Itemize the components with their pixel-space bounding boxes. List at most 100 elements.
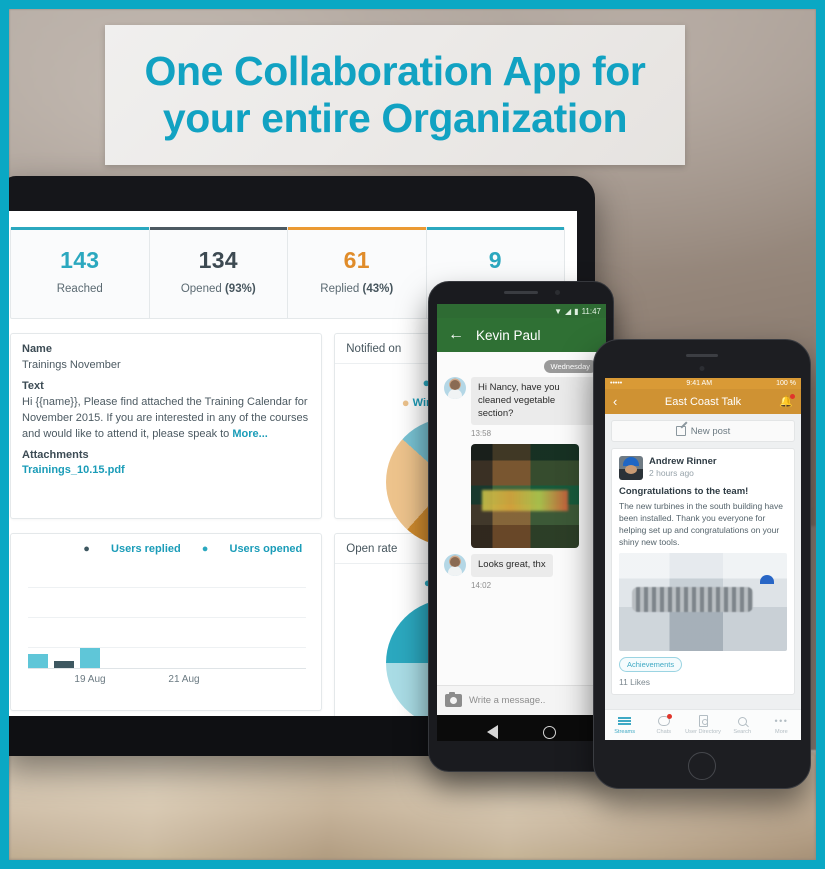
bar-users-opened-2[interactable]: [80, 648, 100, 668]
front-camera-icon: [699, 366, 705, 371]
signal-dots-icon: •••••: [610, 380, 623, 387]
more-icon: •••: [774, 716, 789, 726]
stat-accent: [11, 227, 149, 230]
stat-accent: [426, 227, 564, 230]
bar-users-opened-1[interactable]: [28, 654, 48, 668]
tab-label: Search: [733, 729, 752, 735]
date-chip: Wednesday: [543, 360, 597, 373]
tab-streams[interactable]: Streams: [605, 715, 644, 735]
email-name-value: Trainings November: [22, 359, 121, 371]
attachment-file-link[interactable]: Trainings_10.15.pdf: [22, 464, 310, 476]
avatar: [444, 377, 466, 399]
ios-status-bar: ••••• 9:41 AM 100 %: [605, 378, 801, 389]
tab-search[interactable]: Search: [723, 715, 762, 735]
headline-line-1: One Collaboration App for: [144, 47, 646, 94]
signal-icon: ◢: [565, 306, 572, 316]
stat-card-reached[interactable]: 143 Reached: [11, 227, 150, 318]
stat-label-text: Replied: [320, 283, 360, 295]
chat-thread[interactable]: Wednesday Hi Nancy, have you cleaned veg…: [437, 352, 606, 685]
android-status-bar: ▼ ◢ ▮ 11:47: [437, 304, 606, 318]
post-card[interactable]: Andrew Rinner 2 hours ago Congratulation…: [611, 448, 795, 696]
headline-line-2: your entire Organization: [162, 95, 628, 141]
message-bubble: Looks great, thx: [471, 554, 553, 578]
chat-title: Kevin Paul: [476, 327, 541, 343]
bar-plot-area: [28, 565, 307, 669]
stat-percent: (93%): [224, 283, 256, 295]
stat-label: Replied (43%): [288, 283, 426, 295]
message-row-incoming: Hi Nancy, have you cleaned vegetable sec…: [444, 377, 599, 426]
stream-title: East Coast Talk: [664, 395, 742, 408]
post-image-turbine[interactable]: [619, 553, 787, 652]
search-icon: [723, 715, 762, 727]
post-body: The new turbines in the south building h…: [619, 501, 783, 548]
post-header: Andrew Rinner 2 hours ago: [619, 456, 787, 480]
iphone-device: ••••• 9:41 AM 100 % ‹ East Coast Talk 🔔 …: [593, 339, 811, 789]
legend-item-users-replied[interactable]: ● Users replied: [83, 543, 180, 555]
status-time: 11:47: [581, 306, 601, 316]
back-triangle-icon[interactable]: [487, 725, 499, 739]
bar-users-replied-1[interactable]: [54, 661, 74, 668]
tab-user-directory[interactable]: User Directory: [683, 715, 722, 735]
legend-dot-icon: ●: [401, 394, 410, 410]
tab-label: Streams: [614, 729, 636, 735]
bar-legend: ● Users replied ● Users opened: [22, 543, 310, 555]
message-timestamp: 14:02: [471, 581, 492, 591]
new-post-button[interactable]: New post: [611, 420, 795, 442]
x-tick-labels: 19 Aug 21 Aug: [28, 674, 306, 688]
chats-badge: [666, 714, 672, 719]
back-arrow-icon[interactable]: ←: [448, 327, 464, 343]
email-name-label: Name: [22, 343, 52, 355]
legend-dot-icon: ●: [83, 543, 90, 555]
status-time: 9:41 AM: [686, 380, 713, 387]
poster: 143 Reached 134 Opened (93%) 61 Replied …: [0, 0, 825, 869]
message-input[interactable]: Write a message..: [469, 695, 545, 706]
chats-icon: [644, 714, 683, 727]
home-circle-icon[interactable]: [542, 725, 556, 739]
legend-item-users-opened[interactable]: ● Users opened: [202, 543, 302, 555]
message-timestamp: 13:58: [471, 429, 492, 439]
front-camera-icon: [555, 290, 560, 295]
post-tag[interactable]: Achievements: [619, 657, 683, 673]
home-button[interactable]: [688, 752, 716, 780]
legend-label: Users opened: [229, 543, 303, 555]
android-nav-bar: [437, 715, 606, 741]
avatar: [444, 554, 466, 577]
legend-label: Users replied: [111, 543, 181, 555]
user-directory-icon: [683, 715, 722, 727]
stat-label-text: Reached: [56, 283, 103, 295]
stat-card-opened[interactable]: 134 Opened (93%): [149, 227, 288, 318]
battery-percent: 100 %: [776, 380, 796, 387]
stat-value: 9: [488, 247, 502, 273]
stat-value: 61: [343, 247, 370, 273]
stat-label-text: Opened: [180, 283, 222, 295]
tab-chats[interactable]: Chats: [644, 714, 683, 735]
wifi-icon: ▼: [554, 306, 562, 316]
bar-panel-body: ● Users replied ● Users opened 19 Aug 21…: [11, 534, 321, 697]
stat-card-replied[interactable]: 61 Replied (43%): [288, 227, 427, 318]
earpiece-speaker: [686, 354, 718, 357]
stat-accent: [288, 227, 426, 230]
post-author: Andrew Rinner: [649, 456, 717, 467]
compose-pen-icon: [675, 426, 686, 436]
message-input-row[interactable]: Write a message..: [437, 685, 606, 715]
message-row-incoming-2: Looks great, thx: [444, 554, 599, 578]
message-bubble: Hi Nancy, have you cleaned vegetable sec…: [471, 377, 595, 426]
more-link[interactable]: More...: [232, 428, 267, 440]
tab-more[interactable]: ••• More: [762, 715, 801, 735]
stat-percent: (43%): [362, 283, 394, 295]
ios-tab-bar: Streams Chats User Directory Search ••• …: [605, 709, 801, 740]
stat-accent: [149, 227, 287, 230]
post-likes[interactable]: 11 Likes: [619, 677, 787, 687]
tab-label: User Directory: [685, 729, 721, 735]
email-panel: Name Trainings November Text Hi {{name}}…: [10, 333, 323, 519]
chat-photo-grocery[interactable]: [471, 444, 579, 549]
camera-icon[interactable]: [445, 692, 462, 707]
iphone-screen: ••••• 9:41 AM 100 % ‹ East Coast Talk 🔔 …: [605, 378, 801, 740]
stream-body: New post Andrew Rinner 2 hours ago Congr…: [605, 414, 801, 701]
android-device: ▼ ◢ ▮ 11:47 ← Kevin Paul Wednesday Hi Na…: [428, 281, 614, 772]
stat-label: Reached: [11, 283, 149, 295]
attachments-label: Attachments: [22, 448, 89, 461]
bell-icon[interactable]: 🔔: [779, 394, 795, 408]
notification-badge: [790, 394, 795, 399]
post-title: Congratulations to the team!: [619, 486, 749, 497]
